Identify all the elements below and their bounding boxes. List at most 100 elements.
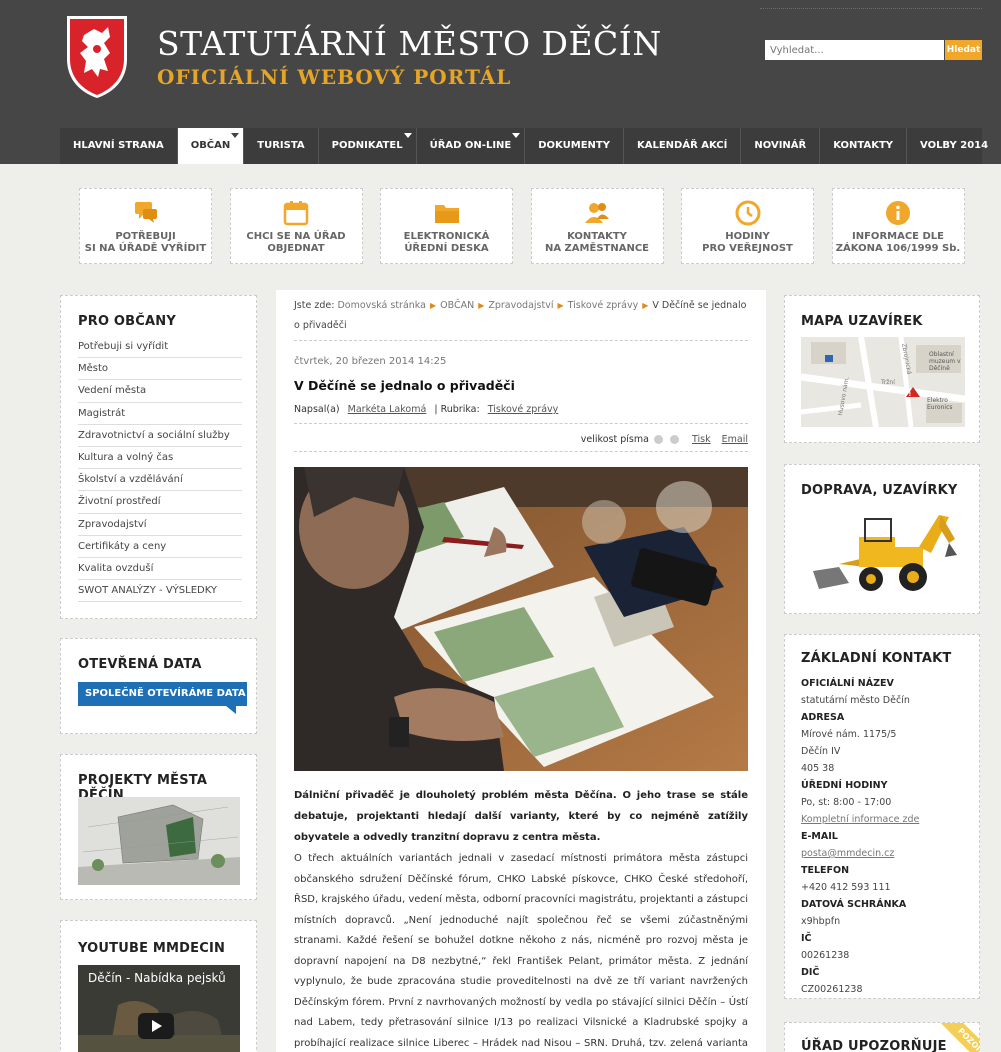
left-menu-item[interactable]: Životní prostředí — [78, 491, 242, 514]
left-menu-item[interactable]: Zpravodajství — [78, 514, 242, 536]
alerts-title: ÚŘAD UPOZORŇUJE — [801, 1039, 947, 1052]
quick-link-4[interactable]: HODINY PRO VEŘEJNOST — [681, 188, 814, 264]
city-coat-of-arms-icon[interactable] — [64, 13, 130, 99]
nav-item-0[interactable]: HLAVNÍ STRANA — [60, 128, 178, 164]
left-menu-item[interactable]: Školství a vzdělávání — [78, 469, 242, 492]
quick-link-label: POTŘEBUJI SI NA ÚŘADĚ VYŘÍDIT — [84, 231, 207, 254]
article-date: čtvrtek, 20 březen 2014 14:25 — [294, 356, 447, 367]
youtube-box: YOUTUBE MMDECIN Děčín - Nabídka pejsků — [60, 920, 257, 1052]
nav-item-label: VOLBY 2014 — [920, 140, 989, 151]
left-menu-item[interactable]: Magistrát — [78, 403, 242, 425]
folder-icon — [433, 199, 461, 227]
nav-item-7[interactable]: NOVINÁŘ — [741, 128, 821, 164]
speech-bubbles-icon — [132, 199, 160, 227]
contact-label: ADRESA — [801, 712, 845, 723]
left-menu-list: Potřebuji si vyřídit Město Vedení města Mag… — [78, 336, 242, 603]
print-link[interactable]: Tisk — [692, 434, 711, 445]
left-menu-box: PRO OBČANY Potřebuji si vyřídit Město Vede… — [60, 295, 257, 619]
quick-link-3[interactable]: KONTAKTY NA ZAMĚSTNANCE — [530, 188, 664, 264]
contact-value: Mírové nám. 1175/5 — [801, 729, 897, 740]
main-navigation: HLAVNÍ STRANA OBČAN TURISTA PODNIKATEL ÚŘAD … — [60, 128, 988, 164]
author-prefix: Napsal(a) — [294, 404, 340, 415]
closures-map[interactable]: ! Oblastní muzeum v Děčíně Elektro Euron… — [801, 337, 965, 427]
traffic-title: DOPRAVA, UZAVÍRKY — [801, 483, 958, 498]
nav-item-6[interactable]: KALENDÁŘ AKCÍ — [624, 128, 742, 164]
left-menu-item[interactable]: Kultura a volný čas — [78, 447, 242, 470]
nav-item-5[interactable]: DOKUMENTY — [525, 128, 624, 164]
nav-item-2[interactable]: TURISTA — [244, 128, 319, 164]
left-menu-item[interactable]: Zdravotnictví a sociální služby — [78, 425, 242, 447]
left-menu-item[interactable]: SWOT ANALÝZY - VÝSLEDKY — [78, 580, 242, 603]
search-input[interactable] — [765, 40, 944, 60]
font-increase-icon[interactable] — [669, 435, 679, 444]
breadcrumb: Jste zde: Domovská stránka ▶ OBČAN ▶ Zpravod… — [294, 296, 748, 341]
quick-link-0[interactable]: POTŘEBUJI SI NA ÚŘADĚ VYŘÍDIT — [79, 188, 212, 264]
contact-link[interactable]: posta@mmdecin.cz — [801, 845, 971, 862]
contact-value: Děčín IV — [801, 746, 841, 757]
video-player[interactable]: Děčín - Nabídka pejsků — [78, 965, 240, 1052]
nav-item-3[interactable]: PODNIKATEL — [319, 128, 417, 164]
clock-icon — [734, 199, 762, 227]
nav-item-8[interactable]: KONTAKTY — [820, 128, 907, 164]
contact-box: ZÁKLADNÍ KONTAKT OFICIÁLNÍ NÁZEV statutár… — [784, 634, 980, 999]
digger-image[interactable] — [809, 509, 959, 597]
font-size-label: velikost písma — [580, 434, 649, 445]
nav-item-label: DOKUMENTY — [538, 140, 610, 151]
nav-item-label: OBČAN — [190, 140, 231, 151]
main-content: Jste zde: Domovská stránka ▶ OBČAN ▶ Zpravod… — [276, 290, 766, 1052]
nav-item-label: ÚŘAD ON-LINE — [429, 140, 512, 151]
quick-link-2[interactable]: ELEKTRONICKÁ ÚŘEDNÍ DESKA — [380, 188, 513, 264]
map-label-museum: Oblastní muzeum v Děčíně — [929, 351, 961, 372]
nav-item-1[interactable]: OBČAN — [177, 128, 245, 164]
contact-label: IČ — [801, 933, 812, 944]
search-button[interactable]: Hledat — [945, 40, 982, 60]
calendar-icon — [282, 199, 310, 227]
breadcrumb-separator-icon: ▶ — [429, 301, 437, 310]
quick-link-label: HODINY PRO VEŘEJNOST — [702, 231, 793, 254]
site-subtitle: OFICIÁLNÍ WEBOVÝ PORTÁL — [157, 65, 512, 89]
article-photo[interactable] — [294, 467, 748, 771]
contact-label: TELEFON — [801, 865, 850, 876]
quick-link-label: INFORMACE DLE ZÁKONA 106/1999 Sb. — [835, 231, 961, 254]
left-menu-item[interactable]: Město — [78, 358, 242, 381]
map-label-trzni: Tržní — [881, 379, 895, 386]
contact-label: DIČ — [801, 967, 820, 978]
alerts-box: ÚŘAD UPOZORŇUJE POZOR — [784, 1022, 980, 1052]
contact-label: E-MAIL — [801, 831, 838, 842]
breadcrumb-prefix: Jste zde: — [294, 300, 335, 311]
quick-links: POTŘEBUJI SI NA ÚŘADĚ VYŘÍDIT CHCI SE NA … — [79, 188, 965, 264]
breadcrumb-link[interactable]: Domovská stránka — [337, 300, 426, 311]
nav-item-4[interactable]: ÚŘAD ON-LINE — [417, 128, 526, 164]
author-link[interactable]: Markéta Lakomá — [348, 404, 427, 415]
site-title[interactable]: STATUTÁRNÍ MĚSTO DĚČÍN — [157, 24, 662, 63]
contact-link[interactable]: Kompletní informace zde — [801, 811, 971, 828]
quick-link-5[interactable]: INFORMACE DLE ZÁKONA 106/1999 Sb. — [831, 188, 965, 264]
font-decrease-icon[interactable] — [653, 435, 663, 444]
left-menu-item[interactable]: Vedení města — [78, 380, 242, 403]
contact-value: statutární město Děčín — [801, 695, 910, 706]
map-label-euronics: Elektro Euronics — [927, 397, 953, 411]
email-link[interactable]: Email — [722, 434, 748, 445]
map-box: MAPA UZAVÍREK ! Oblastní muzeum v Děčíně… — [784, 295, 980, 443]
nav-item-label: PODNIKATEL — [331, 140, 403, 151]
open-data-button[interactable]: SPOLEČNĚ OTEVÍRÁME DATA — [78, 682, 247, 706]
nav-item-9[interactable]: VOLBY 2014 — [907, 128, 1001, 164]
quick-link-label: KONTAKTY NA ZAMĚSTNANCE — [544, 231, 650, 254]
map-title: MAPA UZAVÍREK — [801, 314, 923, 329]
project-image[interactable] — [78, 797, 240, 885]
nav-item-label: KALENDÁŘ AKCÍ — [636, 140, 728, 151]
contact-label: OFICIÁLNÍ NÁZEV — [801, 678, 894, 689]
left-menu-item[interactable]: Certifikáty a ceny — [78, 536, 242, 558]
breadcrumb-separator-icon: ▶ — [478, 301, 485, 310]
breadcrumb-link[interactable]: Tiskové zprávy — [568, 300, 639, 311]
left-menu-item[interactable]: Potřebuji si vyřídit — [78, 336, 242, 359]
category-link[interactable]: Tiskové zprávy — [488, 404, 559, 415]
play-icon[interactable] — [138, 1013, 174, 1039]
quick-link-1[interactable]: CHCI SE NA ÚŘAD OBJEDNAT — [229, 188, 363, 264]
category-prefix: | Rubrika: — [434, 404, 480, 415]
contact-label: DATOVÁ SCHRÁNKA — [801, 899, 907, 910]
breadcrumb-link[interactable]: OBČAN — [440, 300, 474, 311]
dropdown-arrow-icon — [403, 133, 412, 138]
left-menu-item[interactable]: Kvalita ovzduší — [78, 558, 242, 581]
breadcrumb-link[interactable]: Zpravodajství — [488, 300, 553, 311]
